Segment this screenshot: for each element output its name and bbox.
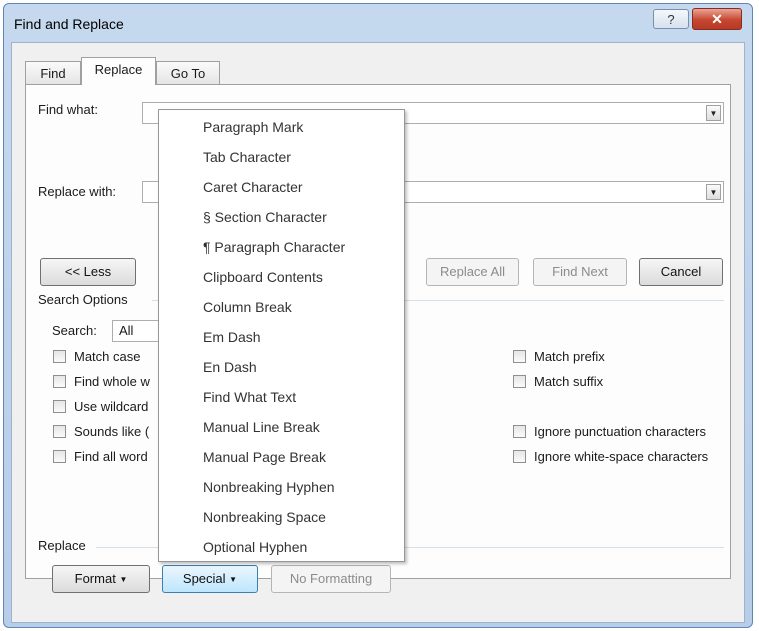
menu-item-column-break[interactable]: Column Break [203, 293, 292, 321]
menu-item-clipboard-contents[interactable]: Clipboard Contents [203, 263, 323, 291]
menu-item-paragraph-character[interactable]: ¶ Paragraph Character [203, 233, 345, 261]
no-formatting-button[interactable]: No Formatting [271, 565, 391, 593]
ignore-punctuation-label: Ignore punctuation characters [534, 424, 706, 439]
replace-with-dropdown-icon[interactable]: ▼ [706, 184, 721, 200]
menu-item-tab-character[interactable]: Tab Character [203, 143, 291, 171]
cancel-button[interactable]: Cancel [639, 258, 723, 286]
match-prefix-checkbox[interactable] [513, 350, 526, 363]
ignore-whitespace-label: Ignore white-space characters [534, 449, 709, 464]
match-suffix-checkbox[interactable] [513, 375, 526, 388]
help-button[interactable]: ? [653, 9, 689, 29]
format-button-label: Format [74, 571, 116, 586]
replace-all-button[interactable]: Replace All [426, 258, 519, 286]
menu-item-manual-line-break[interactable]: Manual Line Break [203, 413, 320, 441]
special-button[interactable]: Special ▼ [162, 565, 258, 593]
less-button[interactable]: << Less [40, 258, 136, 286]
search-direction-label: Search: [52, 323, 97, 338]
match-case-label: Match case [74, 349, 141, 364]
find-whole-words-checkbox[interactable] [53, 375, 66, 388]
replace-with-label: Replace with: [38, 184, 117, 199]
match-case-checkbox[interactable] [53, 350, 66, 363]
menu-item-paragraph-mark[interactable]: Paragraph Mark [203, 113, 303, 141]
match-prefix-label: Match prefix [534, 349, 605, 364]
menu-item-nonbreaking-hyphen[interactable]: Nonbreaking Hyphen [203, 473, 335, 501]
search-direction-value: All [119, 323, 134, 338]
ignore-whitespace-checkbox[interactable] [513, 450, 526, 463]
find-whole-words-label: Find whole w [74, 374, 150, 389]
find-all-word-forms-label: Find all word [74, 449, 148, 464]
menu-item-nonbreaking-space[interactable]: Nonbreaking Space [203, 503, 326, 531]
dialog-title: Find and Replace [14, 16, 124, 32]
menu-item-em-dash[interactable]: Em Dash [203, 323, 261, 351]
menu-item-find-what-text[interactable]: Find What Text [203, 383, 296, 411]
special-dropdown-icon: ▼ [229, 575, 238, 584]
sounds-like-label: Sounds like ( [74, 424, 150, 439]
menu-item-manual-page-break[interactable]: Manual Page Break [203, 443, 326, 471]
close-button[interactable]: ✕ [692, 8, 742, 30]
format-dropdown-icon: ▼ [119, 575, 128, 584]
find-what-label: Find what: [38, 102, 98, 117]
use-wildcards-label: Use wildcard [74, 399, 149, 414]
ignore-punctuation-checkbox[interactable] [513, 425, 526, 438]
menu-item-optional-hyphen[interactable]: Optional Hyphen [203, 533, 307, 561]
tab-find[interactable]: Find [25, 61, 81, 85]
search-options-heading: Search Options [38, 292, 128, 307]
find-next-button[interactable]: Find Next [533, 258, 627, 286]
menu-item-section-character[interactable]: § Section Character [203, 203, 327, 231]
sounds-like-checkbox[interactable] [53, 425, 66, 438]
tab-goto[interactable]: Go To [156, 61, 220, 85]
use-wildcards-checkbox[interactable] [53, 400, 66, 413]
special-menu: Paragraph Mark Tab Character Caret Chara… [158, 109, 405, 562]
match-suffix-label: Match suffix [534, 374, 604, 389]
special-button-label: Special [182, 571, 226, 586]
tab-replace[interactable]: Replace [81, 57, 156, 85]
title-bar[interactable]: Find and Replace ? ✕ [4, 4, 752, 44]
format-button[interactable]: Format ▼ [52, 565, 150, 593]
menu-item-caret-character[interactable]: Caret Character [203, 173, 303, 201]
menu-item-en-dash[interactable]: En Dash [203, 353, 257, 381]
find-all-word-forms-checkbox[interactable] [53, 450, 66, 463]
find-what-dropdown-icon[interactable]: ▼ [706, 105, 721, 121]
replace-section-heading: Replace [38, 538, 86, 553]
